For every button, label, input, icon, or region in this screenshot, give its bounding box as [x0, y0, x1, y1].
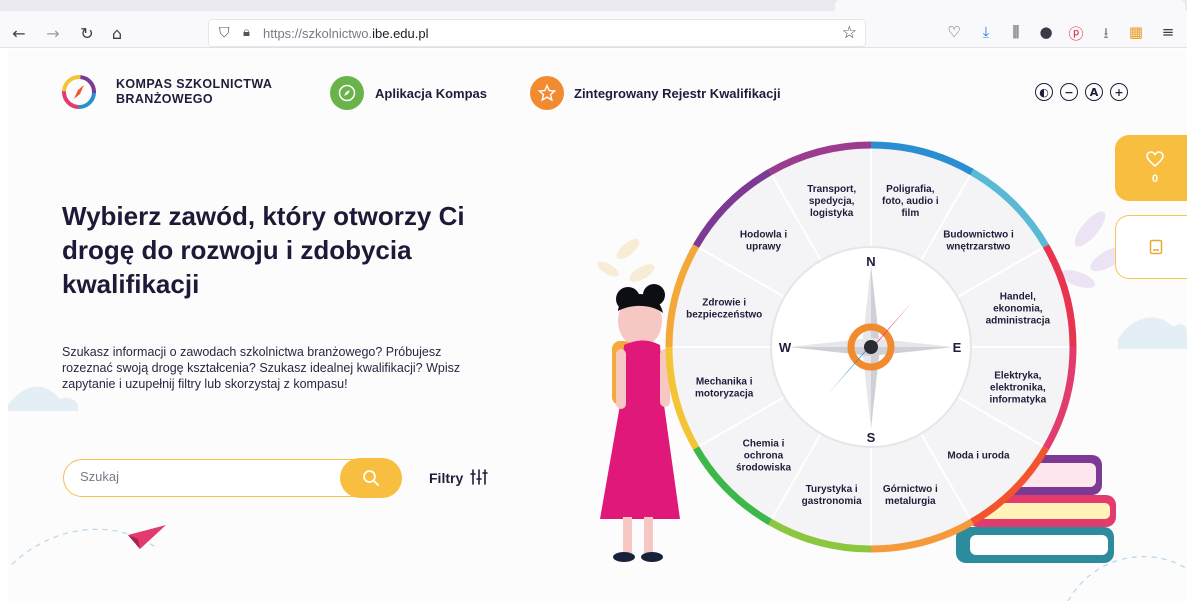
sector-label: ochrona: [744, 450, 784, 461]
sector-10[interactable]: Hodowla iuprawy: [740, 230, 787, 253]
sector-label: metalurgia: [885, 496, 936, 507]
sector-label: Hodowla i: [740, 230, 787, 241]
sector-label: Mechanika i: [696, 376, 753, 387]
book-icon: [1149, 239, 1162, 255]
home-icon[interactable]: ⌂: [106, 22, 128, 44]
sector-label: Poligrafia,: [886, 184, 935, 195]
sector-label: Zdrowie i: [702, 298, 746, 309]
sector-label: Turystyka i: [806, 484, 858, 495]
saved-tab[interactable]: [1115, 215, 1187, 279]
pocket-icon[interactable]: ♡: [944, 23, 964, 41]
reload-icon[interactable]: ↻: [76, 22, 98, 44]
sector-label: środowiska: [736, 462, 791, 473]
page: KOMPAS SZKOLNICTWA BRANŻOWEGO Aplikacja …: [8, 49, 1187, 601]
sector-label: elektronika,: [990, 382, 1046, 393]
sector-label: film: [901, 208, 919, 219]
sector-label: gastronomia: [802, 496, 862, 507]
back-icon[interactable]: ←: [8, 22, 30, 44]
direction-w: W: [779, 340, 792, 355]
url-text[interactable]: https://szkolnictwo.ibe.edu.pl: [263, 26, 429, 41]
sector-label: informatyka: [989, 394, 1046, 405]
favorites-tab[interactable]: 0: [1115, 135, 1187, 201]
sector-label: motoryzacja: [695, 388, 754, 399]
sector-label: Handel,: [1000, 292, 1036, 303]
tab-strip: [0, 0, 1187, 11]
addon-icon[interactable]: ▦: [1126, 23, 1146, 41]
sector-label: bezpieczeństwo: [686, 310, 762, 321]
sector-label: administracja: [986, 316, 1051, 327]
direction-s: S: [867, 430, 876, 445]
pinterest-icon[interactable]: ⓟ: [1066, 23, 1086, 44]
sector-label: Chemia i: [743, 438, 785, 449]
sector-label: foto, audio i: [882, 196, 939, 207]
sector-label: logistyka: [810, 208, 854, 219]
sector-4[interactable]: Moda i uroda: [947, 450, 1010, 461]
active-tab[interactable]: [835, 0, 1185, 11]
sector-11[interactable]: Transport,spedycja,logistyka: [807, 184, 856, 219]
extension-icon[interactable]: ●: [1036, 23, 1056, 41]
favorites-count: 0: [1151, 173, 1159, 185]
sector-1[interactable]: Budownictwo iwnętrzarstwo: [943, 230, 1014, 253]
sector-6[interactable]: Turystyka igastronomia: [802, 484, 862, 507]
sector-label: Moda i uroda: [947, 450, 1010, 461]
browser-toolbar: ← → ↻ ⌂ ⛉ 🔒︎ https://szkolnictwo.ibe.edu…: [0, 0, 1187, 48]
bookmark-star-icon[interactable]: ☆: [842, 23, 857, 43]
sector-7[interactable]: Chemia iochronaśrodowiska: [736, 438, 791, 473]
sector-label: Budownictwo i: [943, 230, 1014, 241]
needle-pivot: [864, 340, 878, 354]
sector-label: Górnictwo i: [883, 484, 938, 495]
address-bar[interactable]: ⛉ 🔒︎ https://szkolnictwo.ibe.edu.pl ☆: [208, 19, 866, 47]
sector-label: uprawy: [746, 242, 781, 253]
sector-label: Transport,: [807, 184, 856, 195]
direction-e: E: [953, 340, 962, 355]
sector-label: spedycja,: [809, 196, 855, 207]
sector-3[interactable]: Elektryka,elektronika,informatyka: [989, 370, 1046, 405]
direction-n: N: [866, 254, 875, 269]
sector-label: Elektryka,: [994, 370, 1041, 381]
tracking-shield-icon[interactable]: ⛉: [219, 25, 230, 41]
lock-icon[interactable]: 🔒︎: [243, 25, 250, 40]
menu-icon[interactable]: ≡: [1158, 23, 1178, 41]
heart-icon: [1146, 151, 1164, 167]
sector-label: ekonomia,: [993, 304, 1043, 315]
save-icon[interactable]: ⭳: [1096, 23, 1116, 48]
forward-icon[interactable]: →: [42, 22, 64, 44]
download-icon[interactable]: ⤓: [976, 23, 996, 41]
sector-8[interactable]: Mechanika imotoryzacja: [695, 376, 754, 399]
profession-compass[interactable]: Poligrafia,foto, audio ifilm Budownictwo …: [8, 49, 1187, 601]
library-icon[interactable]: ⫼: [1006, 23, 1026, 41]
sector-5[interactable]: Górnictwo imetalurgia: [883, 484, 938, 507]
sector-label: wnętrzarstwo: [946, 242, 1011, 253]
